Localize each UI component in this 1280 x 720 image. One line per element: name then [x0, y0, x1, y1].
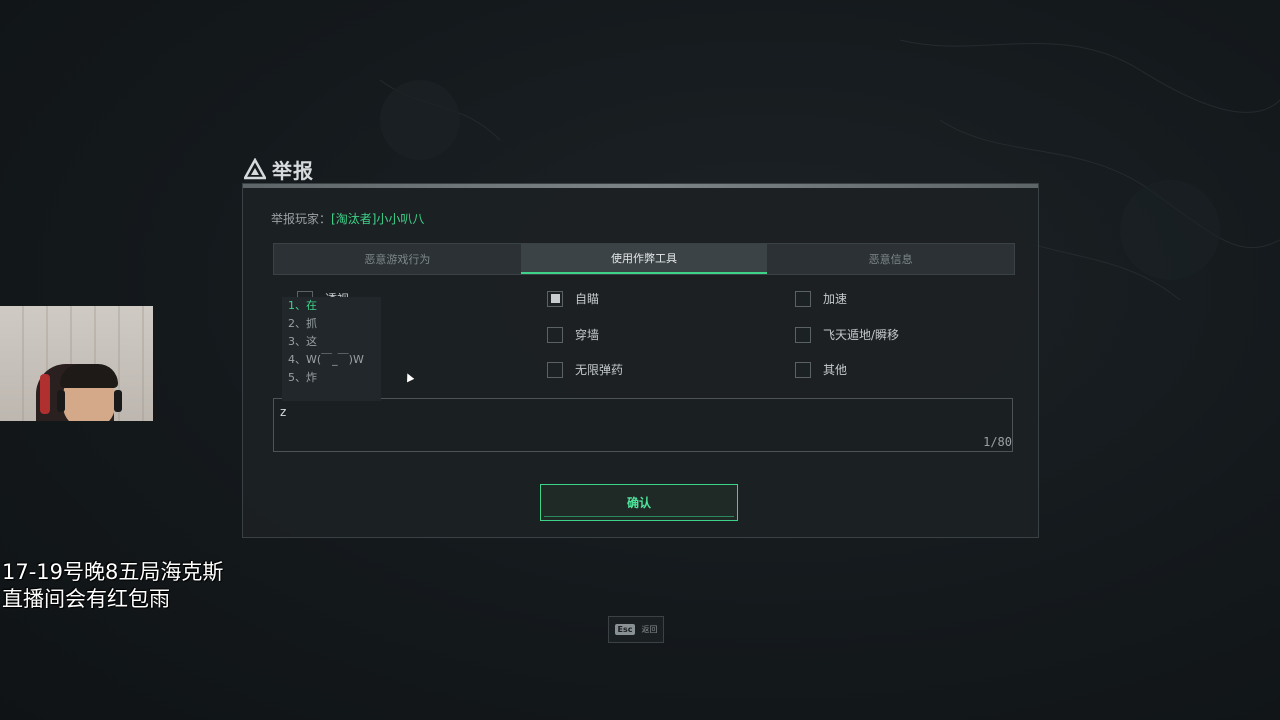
- esc-key-icon: Esc: [614, 624, 636, 635]
- overlay-line-1: 17-19号晚8五局海克斯: [2, 560, 224, 584]
- option-label: 其他: [823, 363, 848, 377]
- tab-malicious-behavior[interactable]: 恶意游戏行为: [274, 244, 521, 274]
- ime-candidate[interactable]: 4、W(￣_￣)W: [282, 351, 381, 369]
- streamer-webcam: [0, 306, 153, 421]
- option-fly-teleport[interactable]: 飞天遁地/瞬移: [795, 326, 899, 343]
- report-category-tabs: 恶意游戏行为 使用作弊工具 恶意信息: [273, 243, 1015, 275]
- ime-candidate[interactable]: 2、抓: [282, 315, 381, 333]
- checkbox-checked[interactable]: [547, 290, 563, 307]
- option-speedhack[interactable]: 加速: [795, 290, 847, 307]
- warning-icon: [244, 158, 266, 180]
- checkbox[interactable]: [795, 361, 811, 378]
- tab-malicious-info[interactable]: 恶意信息: [767, 244, 1014, 274]
- back-label: 返回: [641, 625, 658, 634]
- option-infinite-ammo[interactable]: 无限弹药: [547, 361, 623, 378]
- checkbox[interactable]: [795, 326, 811, 343]
- confirm-button[interactable]: 确认: [540, 484, 738, 521]
- headphone-icon: [57, 390, 65, 412]
- report-description-input[interactable]: z 1/80: [273, 398, 1013, 452]
- dialog-top-bar: [243, 184, 1038, 188]
- option-aimbot[interactable]: 自瞄: [547, 290, 599, 307]
- option-other[interactable]: 其他: [795, 361, 847, 378]
- ime-candidate[interactable]: 3、这: [282, 333, 381, 351]
- checkbox[interactable]: [795, 290, 811, 307]
- overlay-line-2: 直播间会有红包雨: [2, 587, 170, 611]
- option-label: 加速: [823, 292, 848, 306]
- checkbox[interactable]: [547, 361, 563, 378]
- ime-candidate[interactable]: 5、炸: [282, 369, 381, 387]
- streamer-hair: [60, 364, 118, 388]
- headphone-icon: [114, 390, 122, 412]
- input-value: z: [280, 405, 287, 419]
- reported-player-label: 举报玩家：: [271, 212, 332, 226]
- reported-player-name: [淘汰者]小小叭八: [331, 212, 425, 226]
- ime-candidate-list: 1、在 2、抓 3、这 4、W(￣_￣)W 5、炸: [282, 297, 381, 401]
- checkbox[interactable]: [547, 326, 563, 343]
- reported-player: 举报玩家：[淘汰者]小小叭八: [271, 210, 424, 227]
- option-noclip[interactable]: 穿墙: [547, 326, 599, 343]
- ime-candidate[interactable]: 1、在: [282, 297, 381, 315]
- option-label: 自瞄: [575, 292, 600, 306]
- option-label: 无限弹药: [575, 363, 624, 377]
- dialog-title: 举报: [244, 154, 314, 184]
- option-label: 穿墙: [575, 328, 600, 342]
- option-label: 飞天遁地/瞬移: [823, 328, 900, 342]
- stream-overlay-text: 17-19号晚8五局海克斯 直播间会有红包雨: [2, 559, 223, 613]
- back-button[interactable]: Esc 返回: [608, 616, 664, 643]
- tab-cheating-tools[interactable]: 使用作弊工具: [520, 244, 768, 274]
- char-counter: 1/80: [983, 435, 1012, 449]
- dialog-title-text: 举报: [272, 158, 314, 183]
